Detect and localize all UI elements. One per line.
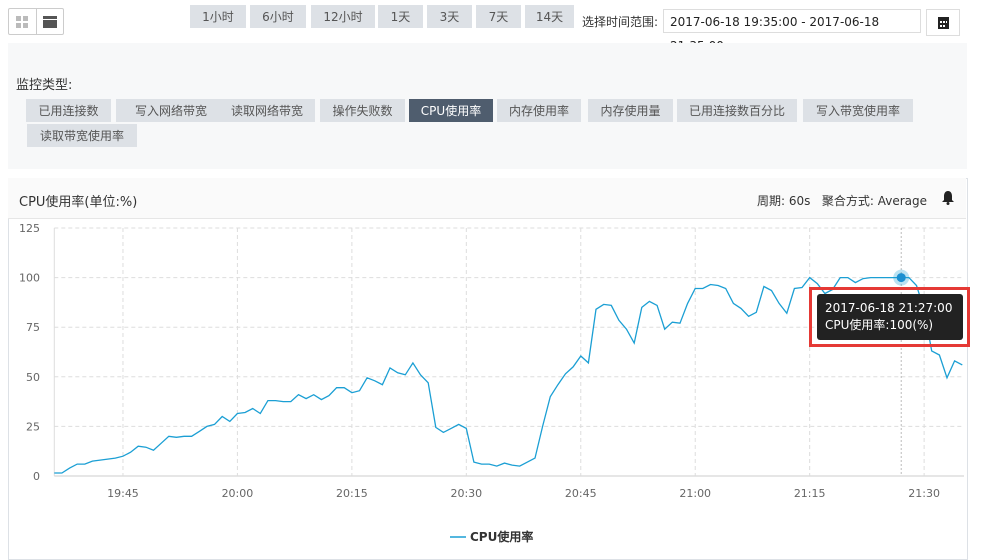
y-tick-label: 100 [19, 272, 40, 285]
highlight-box [809, 287, 970, 347]
y-tick-label: 0 [33, 470, 40, 483]
legend-label: CPU使用率 [470, 530, 534, 544]
x-tick-label: 20:30 [450, 487, 482, 500]
y-tick-label: 125 [19, 222, 40, 235]
highlight-point [896, 273, 906, 283]
y-tick-label: 50 [26, 371, 40, 384]
y-tick-label: 25 [26, 420, 40, 433]
cpu-line-chart: 0 25 50 75 100 125 19:45 20:00 20:15 20:30 20:45 21… [19, 222, 964, 500]
legend-line-icon [450, 535, 466, 538]
x-tick-label: 21:00 [679, 487, 711, 500]
x-tick-label: 21:30 [908, 487, 940, 500]
legend-item[interactable]: CPU使用率 [450, 528, 533, 545]
y-tick-label: 75 [26, 321, 40, 334]
x-tick-label: 19:45 [107, 487, 139, 500]
x-tick-label: 20:00 [222, 487, 254, 500]
x-tick-label: 21:15 [794, 487, 826, 500]
x-tick-label: 20:15 [336, 487, 368, 500]
x-tick-label: 20:45 [565, 487, 597, 500]
